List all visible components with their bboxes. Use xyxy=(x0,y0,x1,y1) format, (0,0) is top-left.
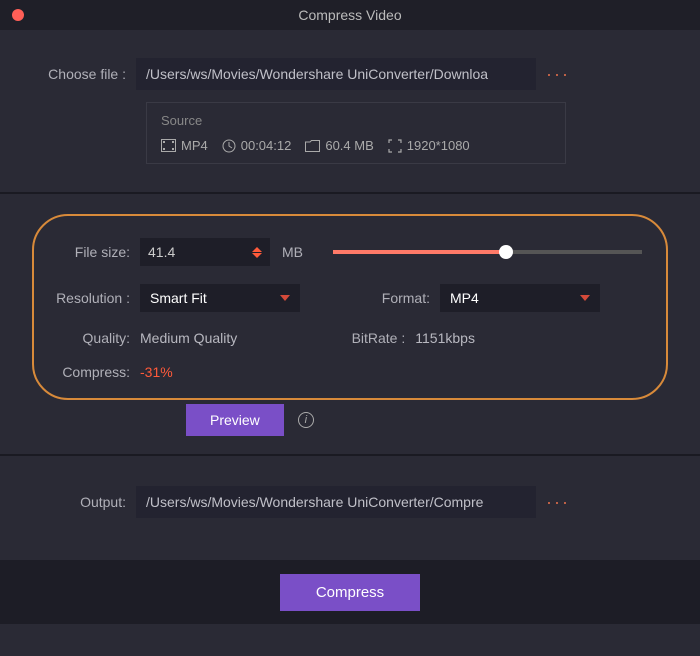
chevron-up-icon[interactable] xyxy=(252,247,262,252)
compress-button[interactable]: Compress xyxy=(280,574,420,611)
bitrate-value: 1151kbps xyxy=(415,330,475,346)
source-format: MP4 xyxy=(161,138,208,153)
source-meta: MP4 00:04:12 60.4 MB 1920*1080 xyxy=(161,138,551,153)
bitrate-label: BitRate : xyxy=(345,330,415,346)
filesize-input[interactable]: 41.4 xyxy=(140,238,270,266)
quality-label: Quality: xyxy=(52,330,140,346)
format-label: Format: xyxy=(380,290,440,306)
resolution-label: Resolution : xyxy=(52,290,140,306)
resolution-value: Smart Fit xyxy=(150,290,207,306)
quality-value: Medium Quality xyxy=(140,330,237,346)
output-label: Output: xyxy=(40,494,136,510)
video-file-icon xyxy=(161,139,176,152)
chevron-down-icon[interactable] xyxy=(252,253,262,258)
compress-label: Compress: xyxy=(52,364,140,380)
choose-file-label: Choose file : xyxy=(40,66,136,82)
choose-file-browse-button[interactable]: ··· xyxy=(546,64,570,85)
chevron-down-icon xyxy=(580,295,590,301)
slider-fill xyxy=(333,250,506,254)
source-duration-value: 00:04:12 xyxy=(241,138,292,153)
slider-thumb[interactable] xyxy=(499,245,513,259)
settings-highlight: File size: 41.4 MB Resolution : Sma xyxy=(32,214,668,400)
filesize-stepper[interactable] xyxy=(252,247,262,258)
source-resolution-value: 1920*1080 xyxy=(407,138,470,153)
source-format-value: MP4 xyxy=(181,138,208,153)
format-select[interactable]: MP4 xyxy=(440,284,600,312)
output-browse-button[interactable]: ··· xyxy=(546,492,570,513)
compress-value: -31% xyxy=(140,364,173,380)
resolution-select[interactable]: Smart Fit xyxy=(140,284,300,312)
footer: Compress xyxy=(0,560,700,624)
format-value: MP4 xyxy=(450,290,479,306)
filesize-slider[interactable] xyxy=(333,244,642,260)
filesize-label: File size: xyxy=(52,244,140,260)
folder-icon xyxy=(305,140,320,152)
window-title: Compress Video xyxy=(298,7,401,23)
fullscreen-icon xyxy=(388,139,402,153)
clock-icon xyxy=(222,139,236,153)
chevron-down-icon xyxy=(280,295,290,301)
slider-track xyxy=(333,250,642,254)
source-resolution: 1920*1080 xyxy=(388,138,470,153)
source-size: 60.4 MB xyxy=(305,138,373,153)
window-header: Compress Video xyxy=(0,0,700,30)
source-label: Source xyxy=(161,113,551,128)
filesize-value: 41.4 xyxy=(148,244,175,260)
choose-file-field[interactable]: /Users/ws/Movies/Wondershare UniConverte… xyxy=(136,58,536,90)
source-info-box: Source MP4 00:04:12 60.4 MB xyxy=(146,102,566,164)
close-window-button[interactable] xyxy=(12,9,24,21)
preview-button[interactable]: Preview xyxy=(186,404,284,436)
input-section: Choose file : /Users/ws/Movies/Wondersha… xyxy=(0,30,700,184)
settings-section: File size: 41.4 MB Resolution : Sma xyxy=(0,194,700,446)
output-field[interactable]: /Users/ws/Movies/Wondershare UniConverte… xyxy=(136,486,536,518)
source-duration: 00:04:12 xyxy=(222,138,292,153)
info-icon[interactable]: i xyxy=(298,412,314,428)
filesize-unit: MB xyxy=(282,244,303,260)
source-size-value: 60.4 MB xyxy=(325,138,373,153)
output-section: Output: /Users/ws/Movies/Wondershare Uni… xyxy=(0,456,700,550)
